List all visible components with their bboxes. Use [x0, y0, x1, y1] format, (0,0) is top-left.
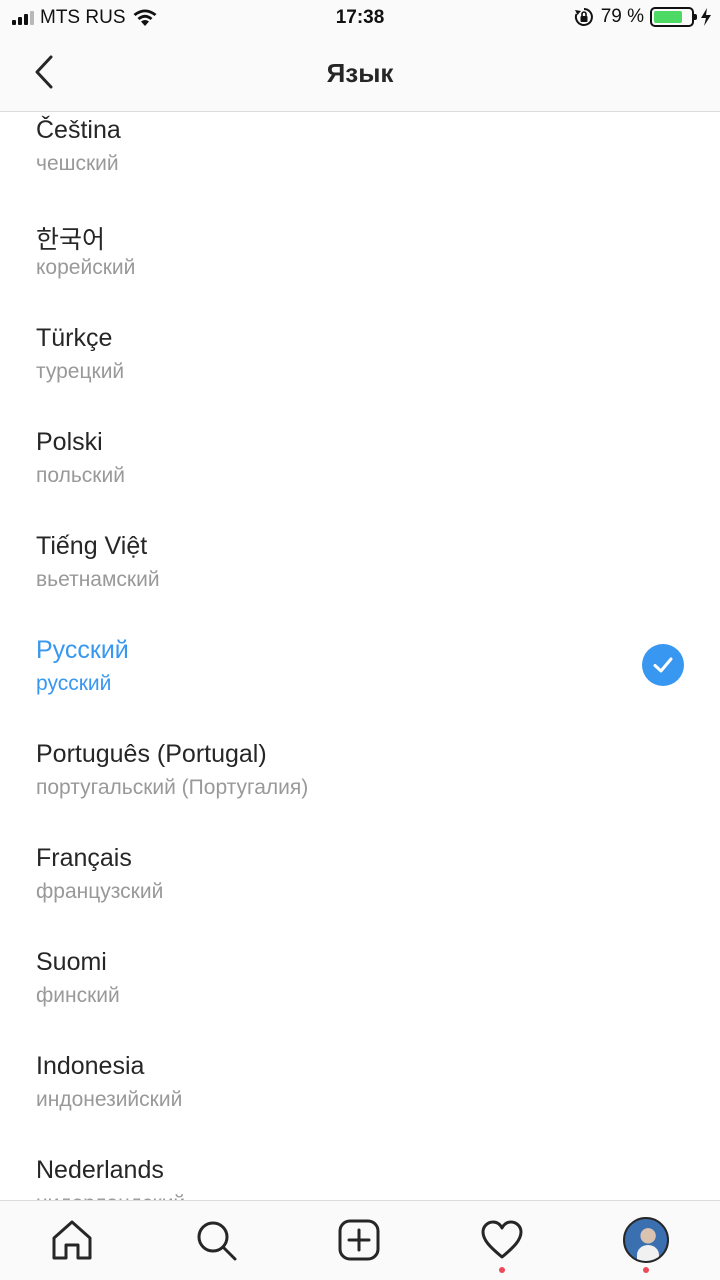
battery-icon — [650, 7, 697, 27]
language-item[interactable]: Português (Portugal) португальский (Порту… — [0, 740, 720, 844]
tab-search[interactable] — [180, 1201, 252, 1279]
nav-bar: Язык — [0, 36, 720, 112]
language-native-name: вьетнамский — [36, 568, 160, 591]
battery-percent: 79 % — [600, 6, 644, 27]
language-native-name: португальский (Португалия) — [36, 776, 309, 799]
language-list[interactable]: Čeština чешский 한국어 корейский Türkçe турецкий… — [0, 112, 720, 1200]
language-name: Türkçe — [36, 324, 113, 352]
language-name: Indonesia — [36, 1052, 145, 1080]
page-title: Язык — [326, 58, 394, 88]
tab-profile[interactable] — [610, 1201, 682, 1279]
language-native-name: нидерландский — [36, 1192, 185, 1200]
orientation-lock-icon — [574, 8, 593, 26]
back-button[interactable] — [24, 52, 64, 92]
language-item[interactable]: Nederlands нидерландский — [0, 1156, 720, 1200]
language-native-name: русский — [36, 672, 112, 695]
language-name: Čeština — [36, 116, 121, 144]
language-name: Français — [36, 844, 132, 872]
language-native-name: корейский — [36, 256, 136, 279]
tab-home[interactable] — [36, 1201, 108, 1279]
language-native-name: чешский — [36, 152, 119, 175]
language-native-name: польский — [36, 464, 125, 487]
tab-add-post[interactable] — [323, 1201, 395, 1279]
language-name: Suomi — [36, 948, 107, 976]
language-item[interactable]: Türkçe турецкий — [0, 324, 720, 428]
chevron-left-icon — [35, 55, 53, 89]
add-post-icon — [338, 1219, 380, 1261]
language-native-name: турецкий — [36, 360, 125, 383]
checkmark-icon — [642, 644, 684, 686]
status-bar: MTS RUS 17:38 79 % — [0, 0, 720, 36]
language-item[interactable]: Русский русский — [0, 636, 720, 740]
heart-icon — [481, 1220, 523, 1259]
language-native-name: индонезийский — [36, 1088, 183, 1111]
profile-notification-dot — [643, 1267, 649, 1273]
activity-notification-dot — [499, 1267, 505, 1273]
language-name: Português (Portugal) — [36, 740, 267, 768]
language-name: Polski — [36, 428, 103, 456]
language-name: Русский — [36, 636, 129, 664]
battery-level — [654, 11, 683, 23]
charging-icon — [701, 8, 711, 26]
language-item[interactable]: Français французский — [0, 844, 720, 948]
language-native-name: французский — [36, 880, 164, 903]
language-item[interactable]: Tiếng Việt вьетнамский — [0, 532, 720, 636]
language-name: Nederlands — [36, 1156, 164, 1184]
language-item[interactable]: Indonesia индонезийский — [0, 1052, 720, 1156]
language-item[interactable]: Čeština чешский — [0, 116, 720, 220]
language-name: 한국어 — [36, 226, 106, 254]
search-icon — [197, 1221, 237, 1261]
status-right: 79 % — [573, 6, 712, 28]
avatar — [623, 1217, 669, 1263]
language-item[interactable]: Polski польский — [0, 428, 720, 532]
language-name: Tiếng Việt — [36, 532, 148, 560]
home-icon — [52, 1220, 92, 1260]
tab-bar — [0, 1200, 720, 1280]
language-item[interactable]: Suomi финский — [0, 948, 720, 1052]
language-item[interactable]: 한국어 корейский — [0, 220, 720, 324]
tab-activity[interactable] — [466, 1201, 538, 1279]
language-native-name: финский — [36, 984, 120, 1007]
